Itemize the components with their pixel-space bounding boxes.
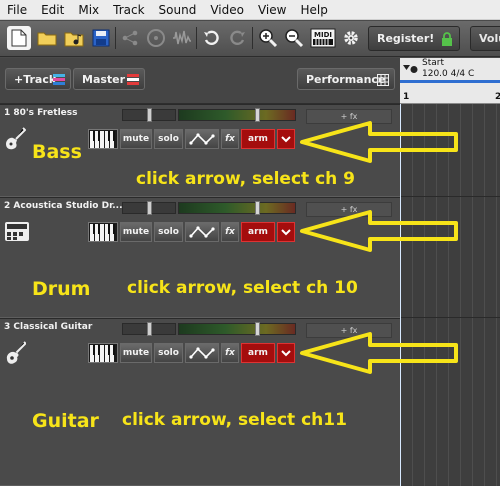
annotation-label-bass: Bass <box>32 141 82 163</box>
pan-slider[interactable] <box>122 201 176 215</box>
grid-icon <box>377 74 389 89</box>
track-name[interactable]: 1 80's Fretless <box>4 108 78 118</box>
annotation-label-drum: Drum <box>32 278 91 300</box>
zoom-out-icon[interactable] <box>282 26 306 50</box>
fx-button[interactable]: fx <box>221 222 239 242</box>
save-icon[interactable] <box>89 26 113 50</box>
annotation-label-guitar: Guitar <box>32 410 99 432</box>
bar-number-2: 2 <box>495 92 500 102</box>
menu-bar: File Edit Mix Track Sound Video View Hel… <box>0 0 500 20</box>
pan-slider[interactable] <box>122 322 176 336</box>
master-color-icon <box>127 74 139 88</box>
annotation-arrow-icon <box>300 210 458 252</box>
fx-button[interactable]: fx <box>221 343 239 363</box>
waveform-icon[interactable] <box>170 26 194 50</box>
mute-button[interactable]: mute <box>120 222 152 242</box>
register-label: Register! <box>377 32 435 45</box>
drum-machine-icon[interactable] <box>4 220 30 248</box>
chevron-down-icon <box>281 349 291 356</box>
volume-slider[interactable] <box>178 201 296 215</box>
share-icon[interactable] <box>118 26 142 50</box>
undo-icon[interactable] <box>199 26 223 50</box>
start-marker-icon[interactable] <box>402 59 420 78</box>
automation-curve-icon <box>189 226 215 238</box>
volume-slider[interactable] <box>178 322 296 336</box>
menu-file[interactable]: File <box>0 0 34 20</box>
solo-button[interactable]: solo <box>154 129 183 149</box>
bass-guitar-icon[interactable] <box>4 127 27 155</box>
automation-curve-icon <box>189 347 215 359</box>
annotation-note-bass: click arrow, select ch 9 <box>136 169 355 189</box>
start-label: Start <box>422 58 444 68</box>
menu-help[interactable]: Help <box>293 0 334 20</box>
cd-burn-icon[interactable] <box>144 26 168 50</box>
arm-button[interactable]: arm <box>241 343 275 363</box>
track-name[interactable]: 3 Classical Guitar <box>4 322 92 332</box>
arm-button[interactable]: arm <box>241 129 275 149</box>
pan-slider[interactable] <box>122 108 176 122</box>
track-color-icon <box>53 74 65 88</box>
acoustic-guitar-icon[interactable] <box>4 341 27 371</box>
annotation-arrow-icon <box>300 121 458 163</box>
chevron-down-icon <box>281 228 291 235</box>
chevron-down-icon <box>281 135 291 142</box>
fx-button[interactable]: fx <box>221 129 239 149</box>
midi-icon[interactable]: MIDI <box>309 26 337 50</box>
bar-number-1: 1 <box>403 92 410 102</box>
menu-mix[interactable]: Mix <box>71 0 106 20</box>
tempo-label[interactable]: 120.0 4/4 C <box>422 69 474 79</box>
arm-button[interactable]: arm <box>241 222 275 242</box>
redo-icon[interactable] <box>226 26 250 50</box>
lock-icon <box>441 32 453 49</box>
master-label: Master <box>82 72 126 86</box>
menu-sound[interactable]: Sound <box>152 0 204 20</box>
open-music-icon[interactable] <box>62 26 86 50</box>
piano-keyboard-icon[interactable] <box>88 343 118 363</box>
add-track-button[interactable]: +Track <box>5 68 71 90</box>
mute-button[interactable]: mute <box>120 129 152 149</box>
automation-button[interactable] <box>185 343 219 363</box>
zoom-in-icon[interactable] <box>256 26 280 50</box>
solo-button[interactable]: solo <box>154 343 183 363</box>
annotation-arrow-icon <box>300 332 458 374</box>
piano-keyboard-icon[interactable] <box>88 129 118 149</box>
register-button[interactable]: Register! <box>368 26 460 51</box>
midi-channel-dropdown[interactable] <box>277 222 295 242</box>
midi-channel-dropdown[interactable] <box>277 343 295 363</box>
automation-curve-icon <box>189 133 215 145</box>
annotation-note-guitar: click arrow, select ch11 <box>122 410 347 430</box>
performance-button[interactable]: Performance <box>297 68 395 90</box>
new-file-icon[interactable] <box>7 26 31 50</box>
mute-button[interactable]: mute <box>120 343 152 363</box>
midi-channel-dropdown[interactable] <box>277 129 295 149</box>
annotation-note-drum: click arrow, select ch 10 <box>127 278 358 298</box>
toolbar: MIDI Register! Volume <box>0 21 500 57</box>
open-folder-icon[interactable] <box>35 26 59 50</box>
track-header-bar: +Track Master Performance <box>0 58 400 104</box>
menu-view[interactable]: View <box>251 0 293 20</box>
track-name[interactable]: 2 Acoustica Studio Dr... <box>4 201 123 211</box>
loop-region[interactable] <box>400 80 500 83</box>
automation-button[interactable] <box>185 222 219 242</box>
svg-text:MIDI: MIDI <box>314 31 332 39</box>
menu-edit[interactable]: Edit <box>34 0 71 20</box>
volume-slider[interactable] <box>178 108 296 122</box>
solo-button[interactable]: solo <box>154 222 183 242</box>
settings-gear-icon[interactable] <box>339 26 363 50</box>
automation-button[interactable] <box>185 129 219 149</box>
menu-video[interactable]: Video <box>203 0 251 20</box>
volume-button[interactable]: Volume <box>470 26 500 51</box>
master-button[interactable]: Master <box>73 68 145 90</box>
piano-keyboard-icon[interactable] <box>88 222 118 242</box>
menu-track[interactable]: Track <box>106 0 151 20</box>
timeline-ruler[interactable]: Start 120.0 4/4 C 1 2 <box>400 58 500 104</box>
performance-label: Performance <box>306 72 386 86</box>
add-track-label: +Track <box>14 72 57 86</box>
